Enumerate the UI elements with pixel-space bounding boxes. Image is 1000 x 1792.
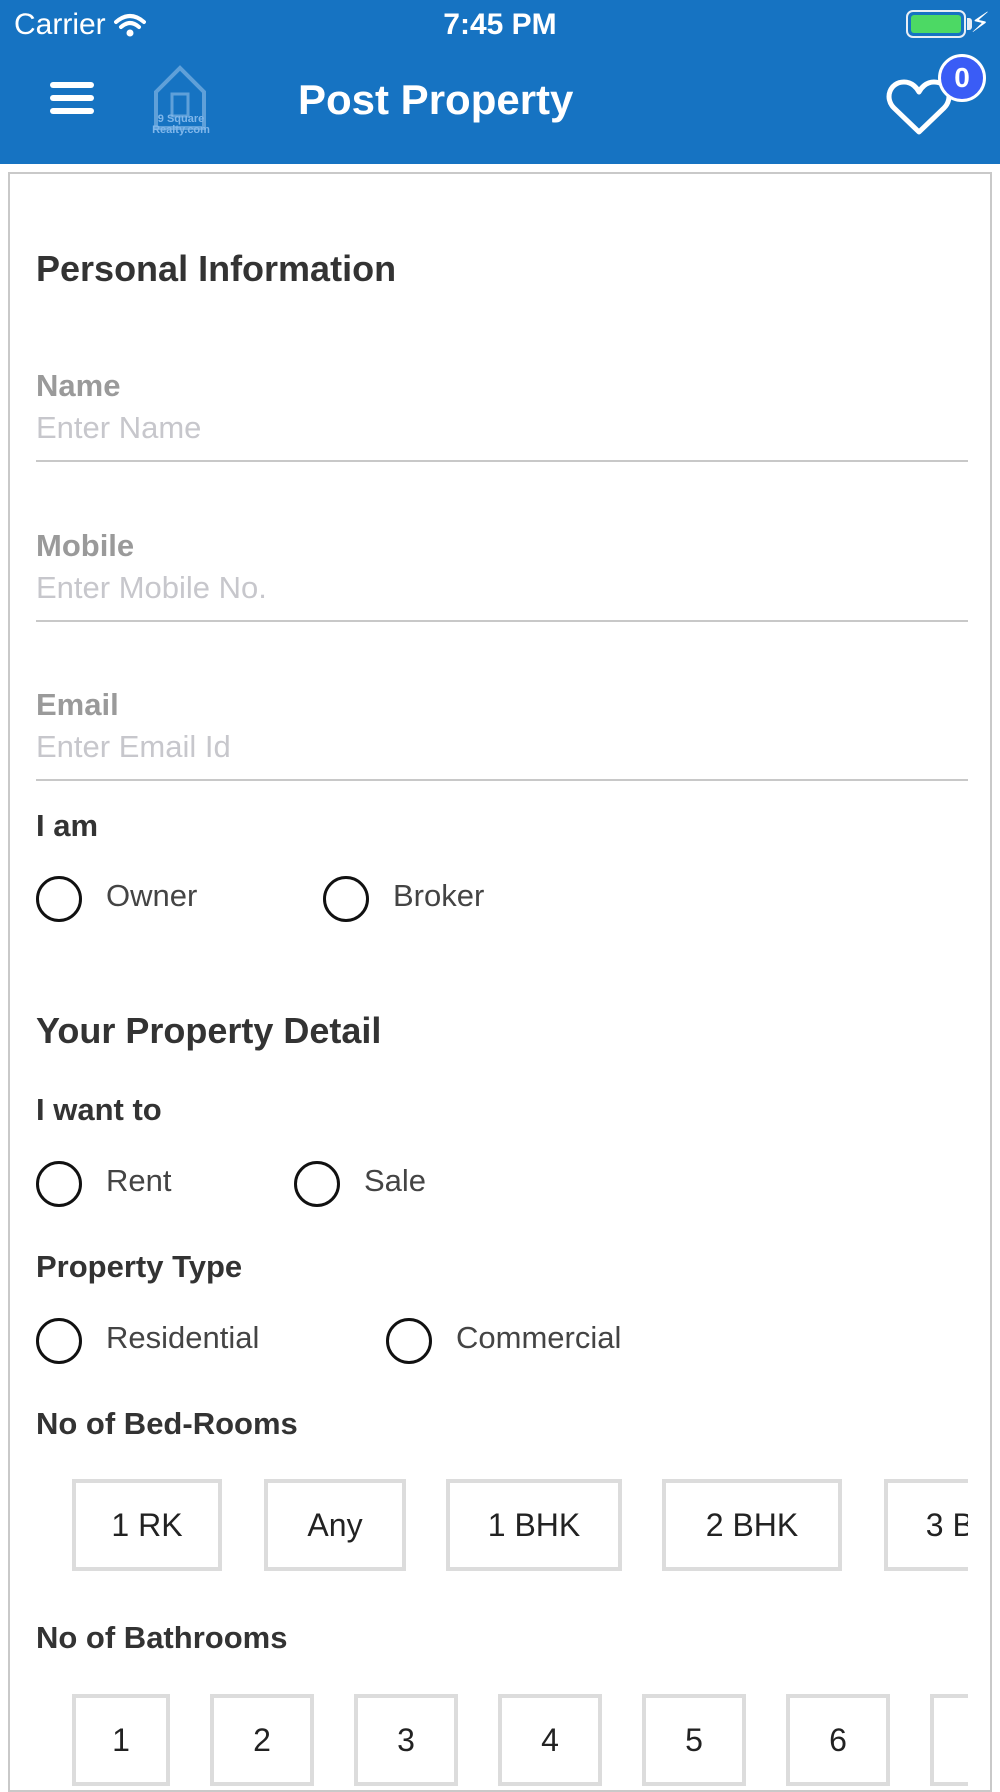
mobile-label: Mobile	[36, 528, 135, 563]
broker-label[interactable]: Broker	[393, 878, 484, 914]
residential-radio[interactable]	[36, 1318, 82, 1364]
bathroom-option-6[interactable]: 6	[786, 1694, 890, 1786]
email-underline	[36, 779, 968, 781]
email-input[interactable]	[36, 729, 966, 765]
nav-bar: Carrier 7:45 PM ⚡ 9 Square Realty.com Po…	[0, 0, 1000, 164]
commercial-label[interactable]: Commercial	[456, 1320, 621, 1356]
bedrooms-label: No of Bed-Rooms	[36, 1406, 298, 1441]
name-label: Name	[36, 368, 121, 403]
bathroom-option-5[interactable]: 5	[642, 1694, 746, 1786]
property-type-label: Property Type	[36, 1249, 243, 1284]
bathroom-option-1[interactable]: 1	[72, 1694, 170, 1786]
name-underline	[36, 460, 968, 462]
commercial-radio[interactable]	[386, 1318, 432, 1364]
post-property-form: Personal Information Name Mobile Email I…	[8, 172, 992, 1792]
menu-icon[interactable]	[50, 82, 94, 118]
bedroom-option-3bhk[interactable]: 3 BHK	[884, 1479, 968, 1571]
want-to-label: I want to	[36, 1092, 162, 1127]
status-time: 7:45 PM	[443, 8, 557, 41]
page-title: Post Property	[298, 76, 574, 123]
mobile-input[interactable]	[36, 570, 966, 606]
broker-radio[interactable]	[323, 876, 369, 922]
bedroom-option-1bhk[interactable]: 1 BHK	[446, 1479, 622, 1571]
bedroom-option-2bhk[interactable]: 2 BHK	[662, 1479, 842, 1571]
mobile-underline	[36, 620, 968, 622]
favorites-count-badge: 0	[938, 54, 986, 102]
bedroom-option-any[interactable]: Any	[264, 1479, 406, 1571]
owner-radio[interactable]	[36, 876, 82, 922]
sale-label[interactable]: Sale	[364, 1163, 426, 1199]
rent-radio[interactable]	[36, 1161, 82, 1207]
rent-label[interactable]: Rent	[106, 1163, 171, 1199]
logo-text: 9 Square Realty.com	[152, 113, 210, 136]
bathroom-option-2[interactable]: 2	[210, 1694, 314, 1786]
owner-label[interactable]: Owner	[106, 878, 197, 914]
bathrooms-label: No of Bathrooms	[36, 1620, 288, 1655]
bedrooms-scroller[interactable]: 1 RK Any 1 BHK 2 BHK 3 BHK	[36, 1479, 968, 1579]
name-input[interactable]	[36, 410, 966, 446]
bedroom-option-1rk[interactable]: 1 RK	[72, 1479, 222, 1571]
sale-radio[interactable]	[294, 1161, 340, 1207]
bathroom-option-4[interactable]: 4	[498, 1694, 602, 1786]
personal-info-heading: Personal Information	[36, 248, 397, 289]
bathroom-option-7[interactable]: 7	[930, 1694, 968, 1786]
email-label: Email	[36, 687, 119, 722]
property-detail-heading: Your Property Detail	[36, 1010, 382, 1051]
bathroom-option-3[interactable]: 3	[354, 1694, 458, 1786]
bathrooms-scroller[interactable]: 1 2 3 4 5 6 7	[36, 1694, 968, 1790]
i-am-label: I am	[36, 808, 99, 843]
charging-icon: ⚡	[970, 7, 990, 38]
residential-label[interactable]: Residential	[106, 1320, 259, 1356]
battery-icon	[906, 10, 966, 38]
